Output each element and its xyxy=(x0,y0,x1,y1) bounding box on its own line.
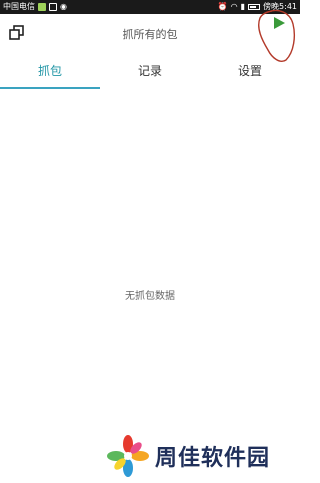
tab-settings[interactable]: 设置 xyxy=(200,58,300,88)
active-tab-indicator xyxy=(0,87,100,89)
tab-label: 记录 xyxy=(137,64,162,78)
tab-label: 设置 xyxy=(237,64,262,78)
tab-capture[interactable]: 抓包 xyxy=(0,58,100,88)
watermark-logo-icon xyxy=(107,435,149,477)
watermark: 周佳软件园 xyxy=(105,432,270,480)
carrier-label: 中国电信 xyxy=(3,2,35,11)
play-button-annotation xyxy=(250,6,296,64)
app-notification-icon xyxy=(49,3,57,11)
tab-bar: 抓包 记录 设置 xyxy=(0,58,300,90)
wifi-icon: ◠ xyxy=(230,2,238,11)
play-icon[interactable] xyxy=(272,15,286,29)
alarm-icon: ⏰ xyxy=(217,2,228,11)
wechat-icon: ◉ xyxy=(60,2,67,11)
signal-icon: ▮ xyxy=(240,2,246,11)
notification-icon xyxy=(38,3,46,11)
empty-state-text: 无抓包数据 xyxy=(125,291,175,302)
tab-label: 抓包 xyxy=(37,64,62,78)
tab-records[interactable]: 记录 xyxy=(100,58,200,88)
status-left: 中国电信 ◉ xyxy=(3,0,67,14)
watermark-text: 周佳软件园 xyxy=(155,446,271,471)
